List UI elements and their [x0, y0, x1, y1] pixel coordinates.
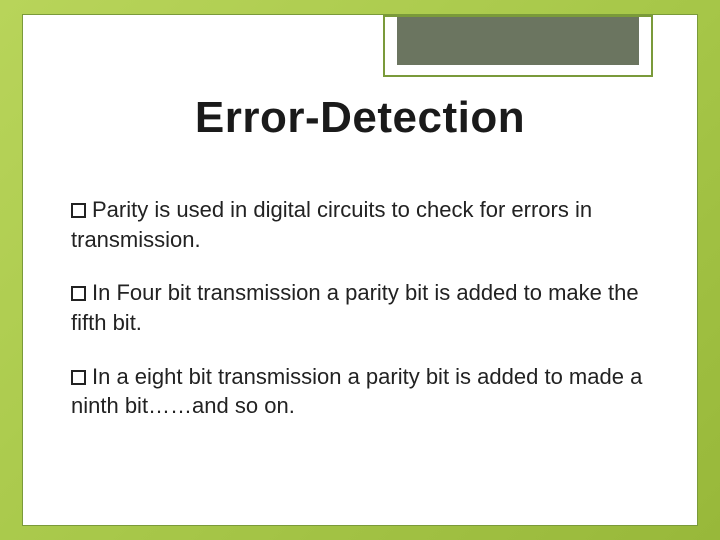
- slide-content: Parity is used in digital circuits to ch…: [71, 195, 649, 445]
- bullet-item: In a eight bit transmission a parity bit…: [71, 362, 649, 421]
- bullet-text: Parity is used in digital circuits to ch…: [71, 197, 592, 252]
- bullet-item: Parity is used in digital circuits to ch…: [71, 195, 649, 254]
- slide-title: Error-Detection: [23, 93, 697, 143]
- slide-frame: Error-Detection Parity is used in digita…: [22, 14, 698, 526]
- bullet-square-icon: [71, 203, 86, 218]
- accent-box-outline: [383, 15, 653, 77]
- bullet-square-icon: [71, 286, 86, 301]
- bullet-text: In a eight bit transmission a parity bit…: [71, 364, 642, 419]
- bullet-square-icon: [71, 370, 86, 385]
- bullet-text: In Four bit transmission a parity bit is…: [71, 280, 639, 335]
- bullet-item: In Four bit transmission a parity bit is…: [71, 278, 649, 337]
